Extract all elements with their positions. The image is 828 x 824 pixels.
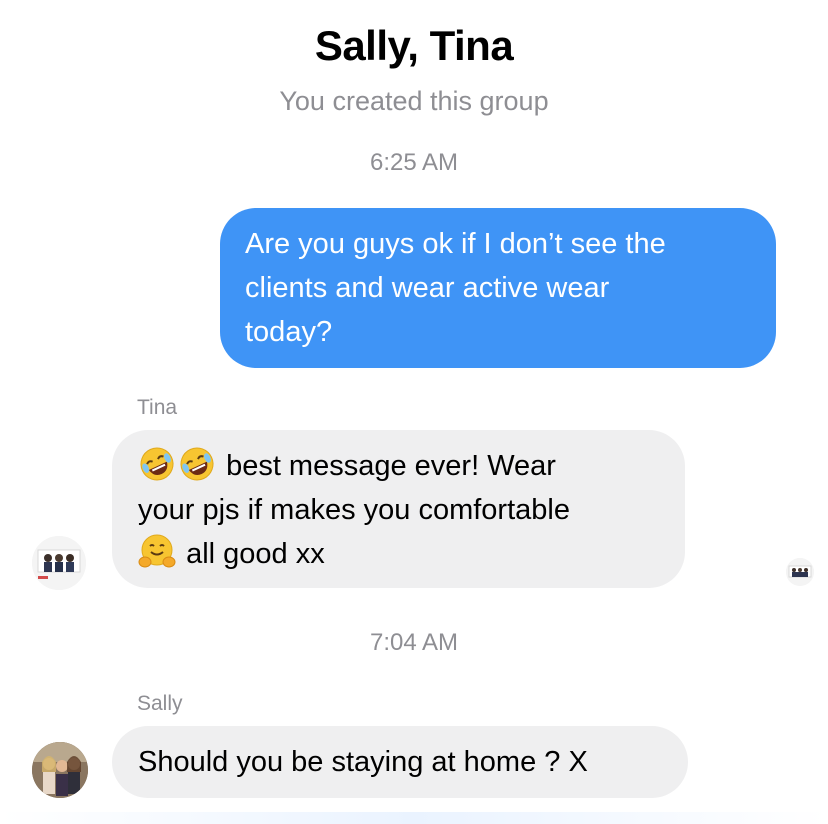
avatar-tina[interactable] [32,536,86,590]
rolling-on-floor-laughing-icon [138,445,176,483]
incoming-message-bubble-sally[interactable]: Should you be staying at home ? X [112,726,688,798]
message-text: Should you be staying at home ? X [138,746,588,778]
message-line: Are you guys ok if I don’t see the [245,228,666,260]
hugging-face-icon [138,533,176,571]
read-receipt-avatar [786,558,814,586]
sender-name-sally: Sally [137,692,183,715]
incoming-message-bubble-tina[interactable]: best message ever! Wear your pjs if make… [112,430,685,588]
outgoing-message-bubble[interactable]: Are you guys ok if I don’t see the clien… [220,208,776,368]
compose-area-edge [0,812,828,824]
message-line: today? [245,316,333,348]
message-line: all good xx [138,532,661,576]
timestamp: 6:25 AM [369,149,459,176]
sender-name-tina: Tina [137,396,178,419]
message-text: all good xx [186,538,325,570]
timestamp: 7:04 AM [369,629,459,656]
conversation-title[interactable]: Sally, Tina [0,22,828,70]
rolling-on-floor-laughing-icon [178,445,216,483]
message-line: clients and wear active wear [245,272,610,304]
group-created-notice: You created this group [279,86,549,116]
avatar-sally[interactable] [32,742,88,798]
message-text: best message ever! Wear [226,450,556,482]
message-line: your pjs if makes you comfortable [138,494,570,526]
message-line: best message ever! Wear [138,444,661,488]
